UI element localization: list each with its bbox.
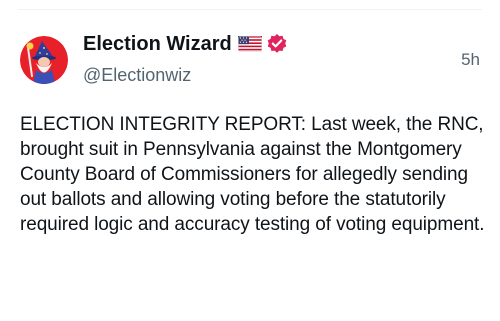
author-display-name[interactable]: Election Wizard [83, 33, 232, 56]
author-identity: Election Wizard @Electionwiz [83, 31, 413, 86]
us-flag-icon [237, 36, 262, 52]
author-name-row: Election Wizard [83, 31, 413, 57]
wizard-avatar-icon[interactable] [20, 36, 68, 84]
author-handle[interactable]: @Electionwiz [83, 65, 413, 86]
verified-badge-icon [266, 33, 288, 55]
post-text: ELECTION INTEGRITY REPORT: Last week, th… [20, 114, 485, 235]
post[interactable]: Election Wizard @Electionwiz 5h ELECTION… [0, 0, 500, 321]
post-timestamp[interactable]: 5h [461, 50, 480, 70]
